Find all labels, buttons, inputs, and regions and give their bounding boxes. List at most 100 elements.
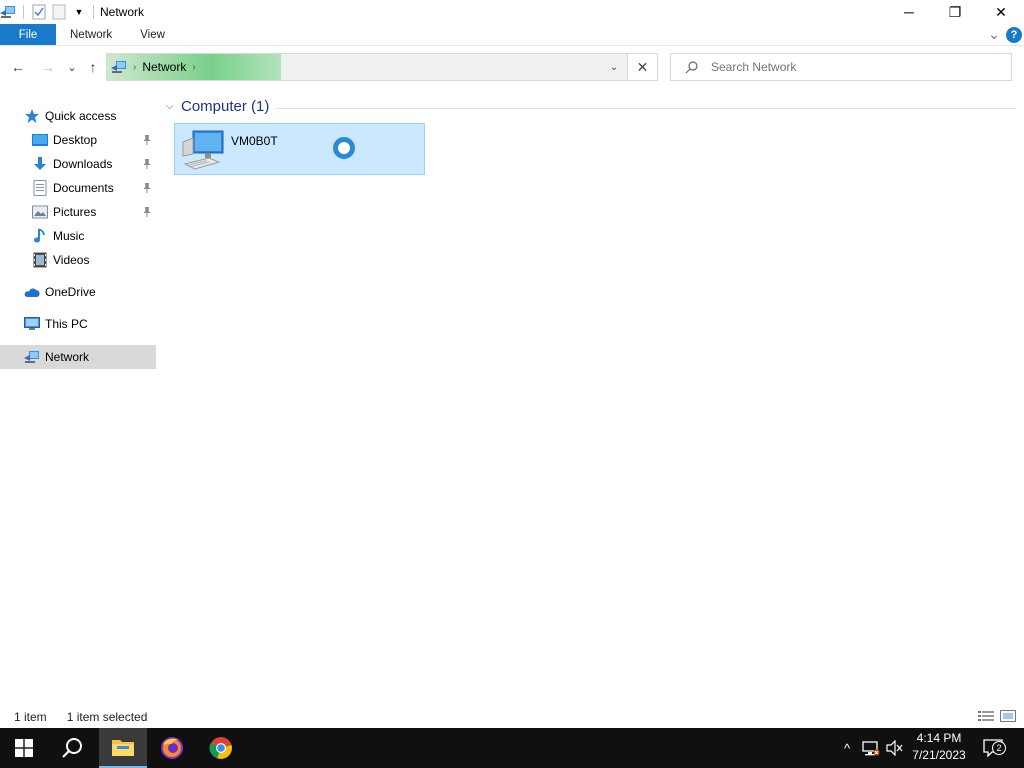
window-title: Network [100,5,145,19]
sidebar-item-label: Network [45,350,90,364]
music-icon [32,228,48,244]
file-list: ⌵ Computer (1) VM0B0T [160,96,1024,700]
properties-icon[interactable] [31,4,47,20]
pin-icon[interactable] [141,204,153,220]
stop-loading-button[interactable]: ✕ [627,54,657,80]
tab-view[interactable]: View [126,24,179,45]
address-dropdown-button[interactable]: ⌄ [603,54,625,80]
network-icon [24,349,40,365]
pin-icon[interactable] [141,180,153,196]
sidebar-item-downloads[interactable]: Downloads [32,152,157,176]
documents-icon [32,180,48,196]
breadcrumb-separator[interactable]: › [133,62,136,73]
network-location-icon [111,60,127,74]
chrome-icon [209,737,232,759]
ribbon-right: ⌄ ? [986,26,1022,43]
navigation-bar: ← → ⌄ ↑ › Network › ⌄ ✕ [0,47,1024,87]
volume-muted-icon[interactable] [884,728,906,768]
sidebar-item-pictures[interactable]: Pictures [32,200,157,224]
clock-date: 7/21/2023 [912,748,966,762]
search-box[interactable] [670,53,1012,81]
sidebar-item-quick-access[interactable]: Quick access [24,104,157,128]
folder-icon [112,740,134,756]
customize-toolbar-icon[interactable]: ▼ [71,4,87,20]
star-icon [24,108,40,124]
sidebar-item-documents[interactable]: Documents [32,176,157,200]
close-button[interactable]: ✕ [978,0,1024,24]
group-title: Computer (1) [181,98,270,115]
restore-button[interactable]: ❐ [932,0,978,24]
selection-count: 1 item selected [66,710,148,724]
chrome-taskbar-button[interactable] [197,728,245,768]
sidebar-item-desktop[interactable]: Desktop [32,128,157,152]
title-separator-2 [93,5,94,19]
computer-name: VM0B0T [231,134,278,148]
computer-icon [24,316,40,332]
search-taskbar-button[interactable] [48,728,96,768]
search-input[interactable] [711,60,1011,74]
sidebar-item-label: This PC [45,317,88,331]
recent-locations-button[interactable]: ⌄ [63,57,81,77]
network-window-icon[interactable] [0,4,16,20]
up-button[interactable]: ↑ [84,57,102,77]
address-bar[interactable]: › Network › ⌄ ✕ [106,53,658,81]
notifications-button[interactable]: 2 [980,728,1008,768]
breadcrumb-separator-2[interactable]: › [192,62,195,73]
collapse-chevron-icon[interactable]: ⌵ [166,101,180,112]
group-header-computer[interactable]: ⌵ Computer (1) [166,98,269,115]
search-icon [62,738,82,758]
loading-spinner-icon [333,137,355,159]
taskbar: ^ 4:14 PM 7/21/2023 2 [0,728,1024,768]
sidebar-item-label: Videos [53,253,90,267]
tab-file[interactable]: File [0,24,56,45]
large-icons-view-icon[interactable] [1000,709,1016,723]
tab-network[interactable]: Network [56,24,126,45]
computer-tile[interactable]: VM0B0T [174,123,425,175]
window-controls: ─ ❐ ✕ [886,0,1024,24]
sidebar-item-label: Documents [53,181,114,195]
sidebar-item-music[interactable]: Music [32,224,157,248]
taskbar-clock[interactable]: 4:14 PM 7/21/2023 [906,730,972,766]
expand-ribbon-icon[interactable]: ⌄ [986,26,1002,43]
minimize-button[interactable]: ─ [886,0,932,24]
notifications-count: 2 [992,741,1006,755]
sidebar-item-label: Music [53,229,85,243]
show-hidden-icons-button[interactable]: ^ [838,728,856,768]
pin-icon[interactable] [141,156,153,172]
clock-time: 4:14 PM [916,731,962,745]
title-separator [23,5,24,19]
windows-logo-icon [15,739,33,757]
cloud-icon [24,284,40,300]
sidebar-item-label: Downloads [53,157,113,171]
start-button[interactable] [0,728,48,768]
forward-button[interactable]: → [39,57,57,77]
firefox-taskbar-button[interactable] [148,728,196,768]
item-count: 1 item [14,710,47,724]
status-bar: 1 item 1 item selected [0,706,1024,728]
sidebar-item-label: Quick access [45,109,117,123]
new-folder-icon[interactable] [51,4,67,20]
firefox-icon [161,737,183,759]
sidebar-item-label: Desktop [53,133,98,147]
breadcrumb-network[interactable]: Network [142,60,186,74]
navigation-pane: Quick access Desktop Downloads Documents [0,96,157,700]
sidebar-item-onedrive[interactable]: OneDrive [24,280,157,304]
back-button[interactable]: ← [9,57,27,77]
view-switcher [978,709,1016,723]
sidebar-item-label: Pictures [53,205,97,219]
sidebar-item-this-pc[interactable]: This PC [24,312,157,336]
help-icon[interactable]: ? [1006,26,1022,43]
group-divider [276,108,1016,109]
address-breadcrumb: › Network › [111,54,196,80]
details-view-icon[interactable] [978,709,994,723]
computer-icon [179,128,227,172]
network-status-icon[interactable] [860,728,882,768]
search-icon [683,59,699,75]
pin-icon[interactable] [141,132,153,148]
videos-icon [32,252,48,268]
sidebar-item-network[interactable]: Network [0,345,156,369]
ribbon-tabs: File Network View ⌄ ? [0,24,1024,46]
download-icon [32,156,48,172]
sidebar-item-videos[interactable]: Videos [32,248,157,272]
file-explorer-taskbar-button[interactable] [99,728,147,768]
